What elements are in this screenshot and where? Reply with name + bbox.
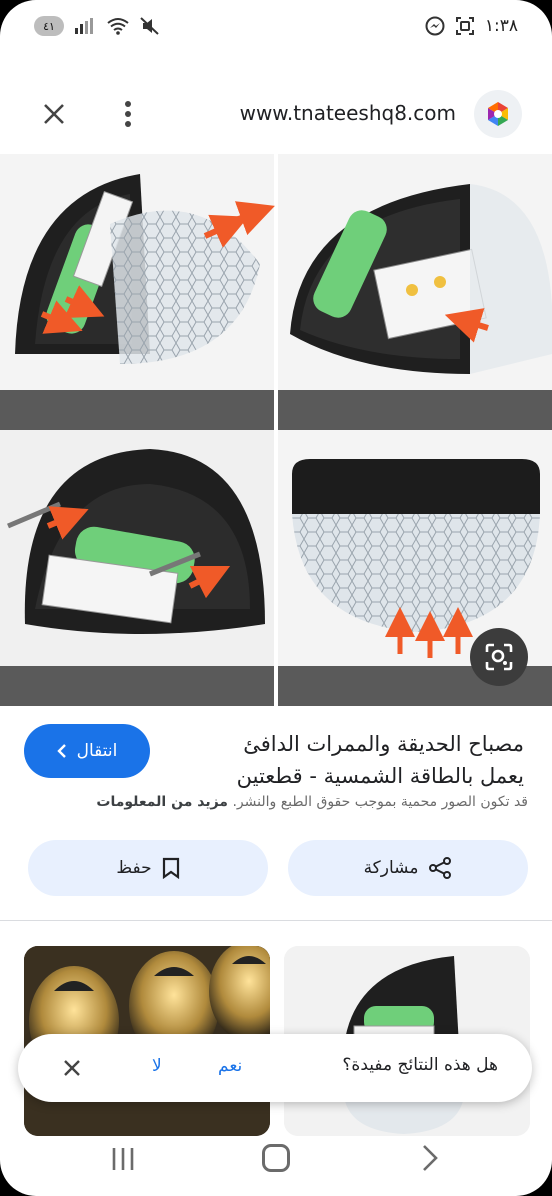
close-icon [44,104,64,124]
product-image[interactable] [0,154,552,706]
bookmark-icon [162,857,179,879]
action-buttons: حفظ مشاركة [28,840,528,896]
recent-apps-icon[interactable] [110,1146,136,1172]
more-info-link[interactable]: مزيد من المعلومات [96,794,228,810]
result-title[interactable]: مصباح الحديقة والممرات الدافئ يعمل بالطا… [194,728,524,792]
share-button[interactable]: مشاركة [288,840,528,896]
signal-icon [75,18,93,34]
feedback-no-button[interactable]: لا [152,1056,162,1076]
divider [0,920,552,921]
nav-bar [0,1128,552,1196]
battery-icon: ٤١ [34,16,64,36]
visit-button[interactable]: انتقال [24,724,150,778]
back-icon[interactable] [420,1144,440,1172]
status-bar: ٤١ ١:٣٨ [0,0,552,52]
product-image-collage [0,154,552,706]
battery-level: ٤١ [43,19,55,33]
screen: ٤١ ١:٣٨ www.tnateeshq8.com مصباح الحديقة… [0,0,552,1196]
share-icon [429,857,452,879]
close-button[interactable] [38,98,70,130]
more-vert-icon [125,101,131,127]
lens-icon [485,643,513,671]
more-options-button[interactable] [116,96,140,132]
home-icon[interactable] [262,1144,290,1172]
copyright-notice: قد تكون الصور محمية بموجب حقوق الطبع وال… [96,794,528,810]
wifi-icon [107,18,129,35]
copyright-text: قد تكون الصور محمية بموجب حقوق الطبع وال… [232,794,528,810]
close-icon [64,1060,80,1076]
screenshot-icon [455,17,474,35]
feedback-yes-button[interactable]: نعم [218,1056,242,1076]
feedback-close-button[interactable] [60,1056,84,1080]
save-label: حفظ [116,858,152,878]
top-bar: www.tnateeshq8.com [0,78,552,148]
chevron-left-icon [56,744,66,758]
status-time: ١:٣٨ [484,16,518,36]
feedback-card: لا نعم هل هذه النتائج مفيدة؟ [18,1034,532,1102]
site-logo[interactable] [474,90,522,138]
save-button[interactable]: حفظ [28,840,268,896]
messenger-icon [425,16,445,36]
visit-label: انتقال [76,741,118,761]
lens-button[interactable] [470,628,528,686]
mute-icon [140,17,159,35]
feedback-question: هل هذه النتائج مفيدة؟ [342,1055,498,1075]
site-url[interactable]: www.tnateeshq8.com [240,101,456,125]
status-left: ٤١ [34,16,160,36]
share-label: مشاركة [363,858,419,878]
site-logo-icon [488,102,508,126]
status-right: ١:٣٨ [425,16,518,36]
